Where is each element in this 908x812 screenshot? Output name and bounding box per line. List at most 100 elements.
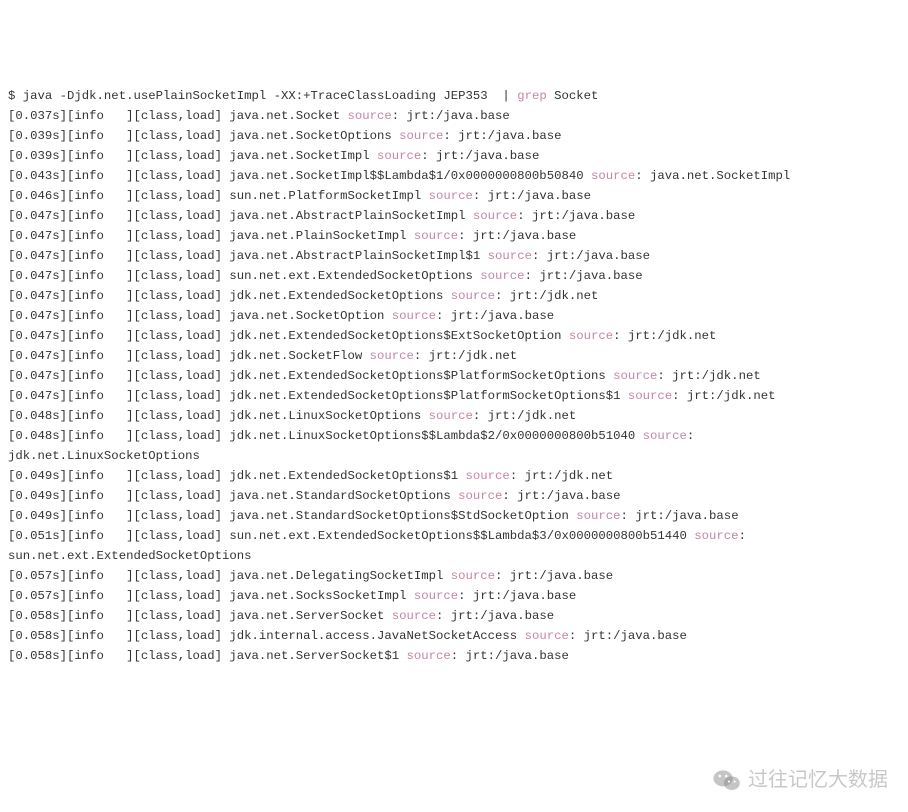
log-text: : jrt:/java.base [451,649,569,663]
source-keyword: source [525,629,569,643]
log-text: [0.037s][info ][class,load] java.net.Soc… [8,109,347,123]
log-line: [0.037s][info ][class,load] java.net.Soc… [8,106,900,126]
log-line: [0.043s][info ][class,load] java.net.Soc… [8,166,900,186]
log-line: [0.047s][info ][class,load] java.net.Abs… [8,246,900,266]
source-keyword: source [429,189,473,203]
log-line: [0.049s][info ][class,load] java.net.Sta… [8,486,900,506]
log-text: [0.039s][info ][class,load] java.net.Soc… [8,149,377,163]
log-text: jdk.net.LinuxSocketOptions [8,449,200,463]
log-text: [0.049s][info ][class,load] java.net.Sta… [8,509,576,523]
log-text: [0.057s][info ][class,load] java.net.Del… [8,569,451,583]
log-text: [0.047s][info ][class,load] jdk.net.Exte… [8,389,628,403]
log-text: [0.039s][info ][class,load] java.net.Soc… [8,129,399,143]
watermark-text: 过往记忆大数据 [748,770,888,790]
log-text: [0.048s][info ][class,load] jdk.net.Linu… [8,409,429,423]
log-line: [0.049s][info ][class,load] java.net.Sta… [8,506,900,526]
wechat-icon [712,768,742,792]
log-text: [0.049s][info ][class,load] jdk.net.Exte… [8,469,466,483]
log-text: sun.net.ext.ExtendedSocketOptions [8,549,252,563]
log-text: [0.043s][info ][class,load] java.net.Soc… [8,169,591,183]
log-line: [0.047s][info ][class,load] java.net.Soc… [8,306,900,326]
source-keyword: source [429,409,473,423]
log-line: sun.net.ext.ExtendedSocketOptions [8,546,900,566]
log-text: : jrt:/jdk.net [414,349,517,363]
log-line: $ java -Djdk.net.usePlainSocketImpl -XX:… [8,86,900,106]
log-text: : jrt:/java.base [421,149,539,163]
log-text: [0.049s][info ][class,load] java.net.Sta… [8,489,458,503]
log-text: [0.051s][info ][class,load] sun.net.ext.… [8,529,694,543]
log-line: jdk.net.LinuxSocketOptions [8,446,900,466]
log-text: : jrt:/java.base [473,189,591,203]
log-text: : [687,429,702,443]
log-text: : jrt:/java.base [392,109,510,123]
source-keyword: source [414,229,458,243]
log-line: [0.047s][info ][class,load] java.net.Abs… [8,206,900,226]
source-keyword: grep [517,89,547,103]
log-line: [0.047s][info ][class,load] jdk.net.Sock… [8,346,900,366]
source-keyword: source [694,529,738,543]
log-text: [0.047s][info ][class,load] jdk.net.Exte… [8,329,569,343]
log-text: : jrt:/java.base [443,129,561,143]
source-keyword: source [370,349,414,363]
log-line: [0.049s][info ][class,load] jdk.net.Exte… [8,466,900,486]
log-text: : jrt:/jdk.net [495,289,598,303]
log-text: [0.047s][info ][class,load] java.net.Abs… [8,209,473,223]
log-text: : jrt:/java.base [458,589,576,603]
source-keyword: source [377,149,421,163]
log-text: [0.058s][info ][class,load] java.net.Ser… [8,649,406,663]
log-text: $ java -Djdk.net.usePlainSocketImpl -XX:… [8,89,517,103]
source-keyword: source [392,309,436,323]
log-line: [0.047s][info ][class,load] jdk.net.Exte… [8,286,900,306]
source-keyword: source [399,129,443,143]
log-text: [0.047s][info ][class,load] java.net.Soc… [8,309,392,323]
log-text: [0.058s][info ][class,load] java.net.Ser… [8,609,392,623]
source-keyword: source [392,609,436,623]
log-text: : jrt:/java.base [436,309,554,323]
log-text: [0.047s][info ][class,load] jdk.net.Exte… [8,289,451,303]
log-text: : jrt:/java.base [621,509,739,523]
source-keyword: source [451,569,495,583]
source-keyword: source [643,429,687,443]
source-keyword: source [628,389,672,403]
log-line: [0.047s][info ][class,load] jdk.net.Exte… [8,366,900,386]
log-line: [0.047s][info ][class,load] jdk.net.Exte… [8,326,900,346]
source-keyword: source [466,469,510,483]
log-text: : jrt:/jdk.net [657,369,760,383]
log-text: : jrt:/java.base [458,229,576,243]
log-text: : jrt:/jdk.net [510,469,613,483]
log-line: [0.051s][info ][class,load] sun.net.ext.… [8,526,900,546]
log-text: [0.048s][info ][class,load] jdk.net.Linu… [8,429,643,443]
log-text: : jrt:/jdk.net [613,329,716,343]
log-text: [0.047s][info ][class,load] jdk.net.Exte… [8,369,613,383]
log-text: [0.047s][info ][class,load] java.net.Pla… [8,229,414,243]
log-line: [0.039s][info ][class,load] java.net.Soc… [8,146,900,166]
log-text: : jrt:/jdk.net [672,389,775,403]
log-line: [0.057s][info ][class,load] java.net.Soc… [8,586,900,606]
log-text: [0.046s][info ][class,load] sun.net.Plat… [8,189,429,203]
source-keyword: source [569,329,613,343]
log-text: [0.057s][info ][class,load] java.net.Soc… [8,589,414,603]
source-keyword: source [473,209,517,223]
terminal-output: $ java -Djdk.net.usePlainSocketImpl -XX:… [8,86,900,666]
log-line: [0.048s][info ][class,load] jdk.net.Linu… [8,406,900,426]
log-line: [0.039s][info ][class,load] java.net.Soc… [8,126,900,146]
log-line: [0.046s][info ][class,load] sun.net.Plat… [8,186,900,206]
source-keyword: source [488,249,532,263]
source-keyword: source [591,169,635,183]
source-keyword: source [406,649,450,663]
log-text: [0.047s][info ][class,load] jdk.net.Sock… [8,349,370,363]
log-text: Socket [547,89,599,103]
log-line: [0.058s][info ][class,load] java.net.Ser… [8,606,900,626]
source-keyword: source [480,269,524,283]
log-line: [0.057s][info ][class,load] java.net.Del… [8,566,900,586]
log-line: [0.047s][info ][class,load] jdk.net.Exte… [8,386,900,406]
log-text: : jrt:/jdk.net [473,409,576,423]
watermark: 过往记忆大数据 [712,768,888,792]
log-text: : [739,529,754,543]
log-text: [0.058s][info ][class,load] jdk.internal… [8,629,525,643]
log-line: [0.048s][info ][class,load] jdk.net.Linu… [8,426,900,446]
log-text: : java.net.SocketImpl [635,169,790,183]
log-text: : jrt:/java.base [436,609,554,623]
log-text: : jrt:/java.base [525,269,643,283]
log-line: [0.047s][info ][class,load] sun.net.ext.… [8,266,900,286]
